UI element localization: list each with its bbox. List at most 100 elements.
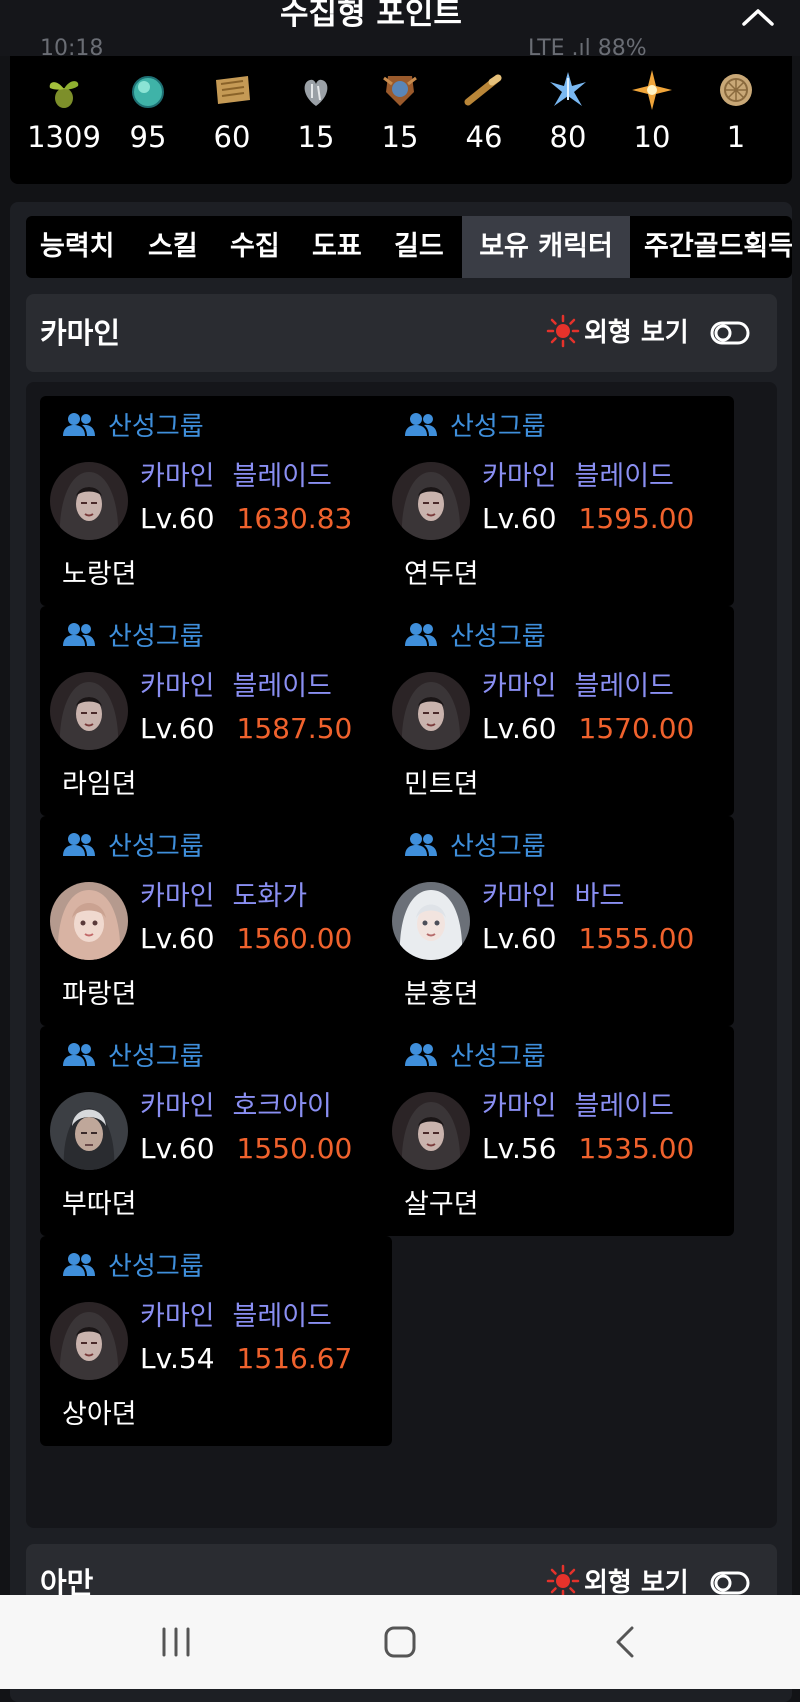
character-level: Lv.60	[140, 502, 215, 535]
server-label: 카마인	[482, 1091, 557, 1122]
point-item[interactable]: 1	[694, 68, 778, 154]
point-item[interactable]: 15	[358, 68, 442, 154]
point-item[interactable]: 15	[274, 68, 358, 154]
guild-members-icon	[63, 623, 95, 646]
level-row: Lv.60 1595.00	[482, 502, 694, 535]
point-item[interactable]: 46	[442, 68, 526, 154]
character-name: 부따뎐	[62, 1189, 137, 1220]
back-icon[interactable]	[608, 1625, 644, 1659]
tab-owned-characters[interactable]: 보유 캐릭터	[462, 216, 630, 278]
guild-name: 산성그룹	[450, 621, 546, 652]
guild-name: 산성그룹	[108, 1251, 204, 1282]
guild-name: 산성그룹	[108, 1041, 204, 1072]
level-row: Lv.60 1550.00	[140, 1132, 352, 1165]
guild-row: 산성그룹	[404, 408, 546, 442]
sea-bounty-icon	[464, 74, 502, 106]
top-bar: 수집형 포인트 10:18 LTE .ıl 88%	[0, 0, 800, 61]
guild-name: 산성그룹	[450, 1041, 546, 1072]
character-name: 노랑뎐	[62, 559, 137, 590]
character-level: Lv.56	[482, 1132, 557, 1165]
item-level: 1570.00	[578, 712, 695, 745]
character-card[interactable]: 산성그룹카마인 블레이드 Lv.60 1595.00 연두뎐	[382, 396, 734, 606]
character-avatar	[392, 462, 470, 540]
character-level: Lv.60	[140, 922, 215, 955]
guild-name: 산성그룹	[450, 411, 546, 442]
character-level: Lv.60	[482, 922, 557, 955]
server-class: 카마인 도화가	[140, 874, 307, 913]
point-item[interactable]: 60	[190, 68, 274, 154]
character-card[interactable]: 산성그룹 카마인 도화가 Lv.60 1560.00 파랑뎐	[40, 816, 392, 1026]
character-card[interactable]: 산성그룹 카마인 블레이드 Lv.54 1516.67 상아뎐	[40, 1236, 392, 1446]
tab-skills[interactable]: 스킬	[148, 216, 198, 278]
point-value: 1	[726, 120, 746, 154]
class-label: 호크아이	[232, 1091, 332, 1122]
orpheus-star-icon	[632, 70, 672, 110]
character-name: 민트뎐	[404, 769, 479, 800]
appearance-toggle[interactable]	[710, 318, 750, 348]
point-value: 15	[297, 120, 335, 154]
level-row: Lv.60 1555.00	[482, 922, 694, 955]
point-value: 60	[213, 120, 251, 154]
character-name: 살구뎐	[404, 1189, 479, 1220]
character-avatar	[392, 882, 470, 960]
server-label: 카마인	[482, 671, 557, 702]
server-class: 카마인 바드	[482, 874, 624, 913]
server-label: 카마인	[140, 881, 215, 912]
server-class: 카마인 블레이드	[140, 454, 332, 493]
tab-weekly-gold[interactable]: 주간골드획득	[644, 216, 792, 278]
character-card[interactable]: 산성그룹 카마인 바드 Lv.60 1555.00 분홍뎐	[382, 816, 734, 1026]
class-label: 도화가	[232, 881, 308, 912]
class-label: 블레이드	[232, 671, 332, 702]
point-item[interactable]: 1309	[22, 68, 106, 154]
server-class: 카마인 블레이드	[482, 454, 674, 493]
item-level: 1630.83	[236, 502, 353, 535]
recent-apps-icon[interactable]	[158, 1625, 194, 1659]
point-item[interactable]: 95	[106, 68, 190, 154]
character-card[interactable]: 산성그룹 카마인 블레이드 Lv.60 1570.00 민트뎐	[382, 606, 734, 816]
guild-row: 산성그룹	[62, 618, 204, 652]
character-card[interactable]: 산성그룹 카마인 블레이드 Lv.60 1587.50 라임뎐	[40, 606, 392, 816]
level-row: Lv.54 1516.67	[140, 1342, 352, 1375]
character-name: 파랑뎐	[62, 979, 137, 1010]
tab-guild[interactable]: 길드	[394, 216, 444, 278]
server-class: 카마인 호크아이	[140, 1084, 332, 1123]
guild-row: 산성그룹	[62, 1038, 204, 1072]
tab-stats[interactable]: 능력치	[40, 216, 115, 278]
server-name: 카마인	[40, 316, 121, 350]
tab-collection[interactable]: 수집	[230, 216, 280, 278]
island-heart-icon	[132, 76, 164, 108]
level-row: Lv.60 1630.83	[140, 502, 352, 535]
character-card[interactable]: 산성그룹카마인 호크아이 Lv.60 1550.00 부따뎐	[40, 1026, 392, 1236]
point-value: 1309	[27, 120, 101, 154]
guild-row: 산성그룹	[404, 1038, 546, 1072]
point-item[interactable]: 10	[610, 68, 694, 154]
character-name: 연두뎐	[404, 559, 479, 590]
character-level: Lv.60	[140, 1132, 215, 1165]
home-icon[interactable]	[382, 1625, 418, 1659]
class-label: 블레이드	[574, 1091, 674, 1122]
character-name: 분홍뎐	[404, 979, 479, 1010]
tab-bar: 능력치 스킬 수집 도표 길드 보유 캐릭터 주간골드획득	[26, 216, 792, 278]
collectible-points: 1309 95 60 15 15 46 80 10 1	[10, 56, 792, 184]
guild-name: 산성그룹	[108, 411, 204, 442]
character-grid: 산성그룹 카마인 블레이드 Lv.60 1630.83 노랑뎐 산성그룹 카마인 블레이드 Lv.…	[26, 382, 777, 1528]
class-label: 블레이드	[232, 1301, 332, 1332]
sun-icon	[546, 1564, 580, 1598]
server-section-header: 카마인 외형 보기	[26, 294, 777, 372]
character-avatar	[50, 462, 128, 540]
guild-row: 산성그룹	[62, 828, 204, 862]
character-name: 라임뎐	[62, 769, 137, 800]
tab-chart[interactable]: 도표	[312, 216, 362, 278]
point-item[interactable]: 80	[526, 68, 610, 154]
item-level: 1587.50	[236, 712, 353, 745]
character-card[interactable]: 산성그룹카마인 블레이드 Lv.56 1535.00 살구뎐	[382, 1026, 734, 1236]
chevron-up-icon[interactable]	[738, 2, 778, 32]
level-row: Lv.56 1535.00	[482, 1132, 694, 1165]
character-card[interactable]: 산성그룹카마인 블레이드 Lv.60 1630.83 노랑뎐	[40, 396, 392, 606]
server-class: 카마인 블레이드	[482, 664, 674, 703]
appearance-toggle[interactable]	[710, 1568, 750, 1598]
server-label: 카마인	[140, 1301, 215, 1332]
item-level: 1535.00	[578, 1132, 695, 1165]
class-label: 블레이드	[574, 671, 674, 702]
sun-icon	[546, 314, 580, 348]
